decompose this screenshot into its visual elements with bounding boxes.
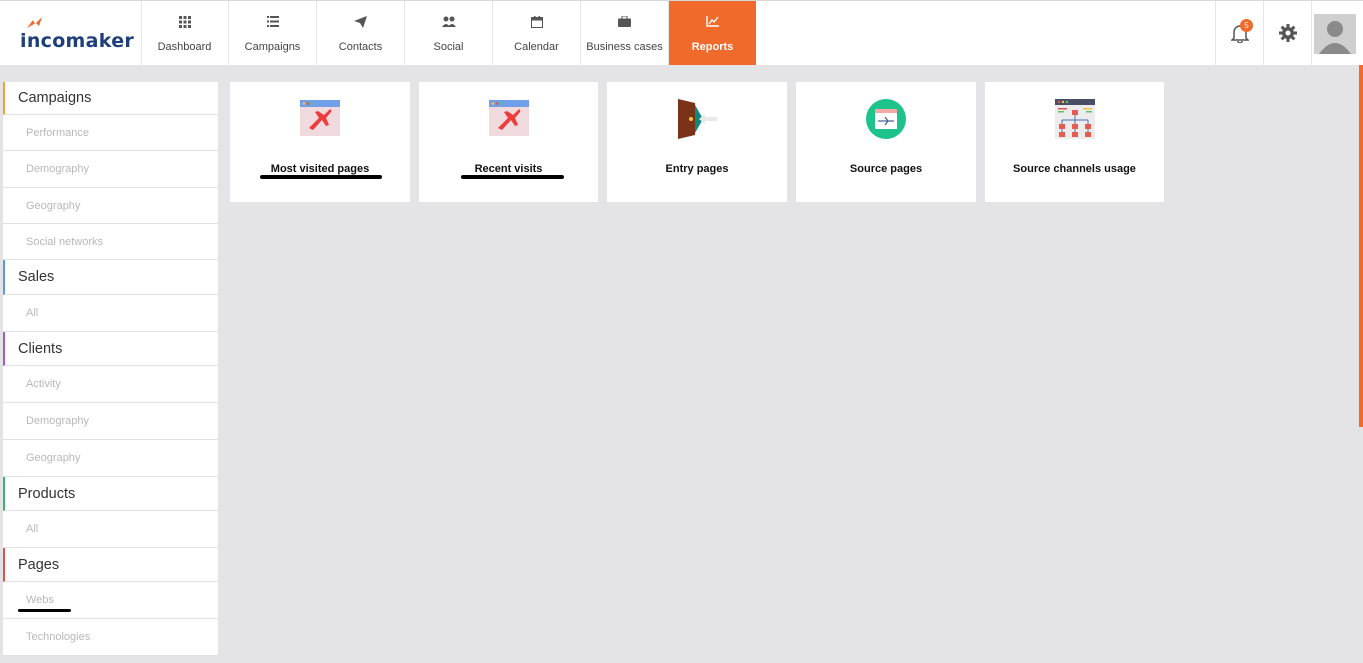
list-icon (266, 16, 279, 27)
nav-business-cases[interactable]: Business cases (581, 1, 669, 65)
sidebar-item-products-all[interactable]: All (3, 511, 218, 548)
line-chart-icon (706, 16, 719, 27)
sidebar-section-campaigns[interactable]: Campaigns (3, 82, 218, 115)
sidebar-section-sales[interactable]: Sales (3, 260, 218, 295)
annotation-underline (461, 175, 564, 179)
source-page-icon (866, 99, 906, 139)
card-entry-pages[interactable]: Entry pages (607, 82, 787, 202)
card-most-visited-pages[interactable]: Most visited pages (230, 82, 410, 202)
card-source-channels-usage[interactable]: Source channels usage (985, 82, 1164, 202)
sidebar-item-demography[interactable]: Demography (3, 151, 218, 188)
nav-label: Calendar (514, 41, 559, 53)
notification-badge: 5 (1240, 19, 1253, 32)
sidebar-section-pages[interactable]: Pages (3, 548, 218, 582)
settings-button[interactable] (1263, 1, 1311, 65)
notifications-button[interactable] (1215, 1, 1263, 65)
user-silhouette-icon (1319, 21, 1351, 54)
nav-label: Contacts (338, 41, 383, 53)
users-icon (441, 16, 456, 27)
nav-label: Social (433, 41, 464, 53)
sidebar-section-clients[interactable]: Clients (3, 332, 218, 366)
card-label: Source channels usage (1013, 163, 1136, 175)
card-label: Entry pages (665, 163, 729, 175)
logo-arrow-icon (27, 17, 42, 28)
browser-plane-icon (488, 100, 529, 136)
nav-reports[interactable]: Reports (669, 1, 756, 65)
nav-calendar[interactable]: Calendar (493, 1, 581, 65)
sidebar-item-webs[interactable]: Webs (3, 582, 218, 619)
gear-icon (1278, 24, 1297, 42)
sidebar-item-geography[interactable]: Geography (3, 188, 218, 224)
nav-campaigns[interactable]: Campaigns (229, 1, 317, 65)
logo-text: incomaker (20, 30, 135, 52)
grid-icon (178, 16, 191, 28)
sidebar-item-technologies[interactable]: Technologies (3, 619, 218, 656)
sitemap-icon (1054, 99, 1095, 139)
paper-plane-icon (354, 16, 367, 28)
calendar-icon (530, 16, 543, 28)
card-label: Recent visits (474, 163, 543, 175)
nav-label: Business cases (586, 41, 663, 53)
door-entry-icon (678, 99, 717, 139)
card-recent-visits[interactable]: Recent visits (419, 82, 598, 202)
briefcase-icon (618, 16, 631, 27)
nav-label: Campaigns (244, 41, 301, 53)
sidebar-item-label: Webs (26, 594, 54, 606)
nav-contacts[interactable]: Contacts (317, 1, 405, 65)
card-label: Most visited pages (270, 163, 370, 175)
card-source-pages[interactable]: Source pages (796, 82, 976, 202)
avatar[interactable] (1314, 14, 1356, 54)
sidebar-item-performance[interactable]: Performance (3, 115, 218, 151)
sidebar-section-products[interactable]: Products (3, 477, 218, 511)
scrollbar[interactable] (1359, 65, 1363, 427)
nav-dashboard[interactable]: Dashboard (141, 1, 229, 65)
annotation-underline (18, 609, 71, 612)
nav-label: Dashboard (157, 41, 212, 53)
sidebar-item-clients-demography[interactable]: Demography (3, 403, 218, 440)
nav-label: Reports (691, 41, 734, 53)
sidebar-item-activity[interactable]: Activity (3, 366, 218, 403)
browser-plane-icon (300, 100, 340, 136)
card-label: Source pages (849, 163, 923, 175)
reports-sidebar: Campaigns Performance Demography Geograp… (3, 82, 218, 656)
sidebar-item-social-networks[interactable]: Social networks (3, 224, 218, 260)
sidebar-item-clients-geography[interactable]: Geography (3, 440, 218, 477)
sidebar-item-sales-all[interactable]: All (3, 295, 218, 332)
nav-social[interactable]: Social (405, 1, 493, 65)
logo[interactable]: incomaker (0, 1, 142, 65)
annotation-underline (260, 175, 382, 179)
top-navigation-bar: incomaker Dashboard Campaigns Contacts S… (0, 0, 1363, 65)
